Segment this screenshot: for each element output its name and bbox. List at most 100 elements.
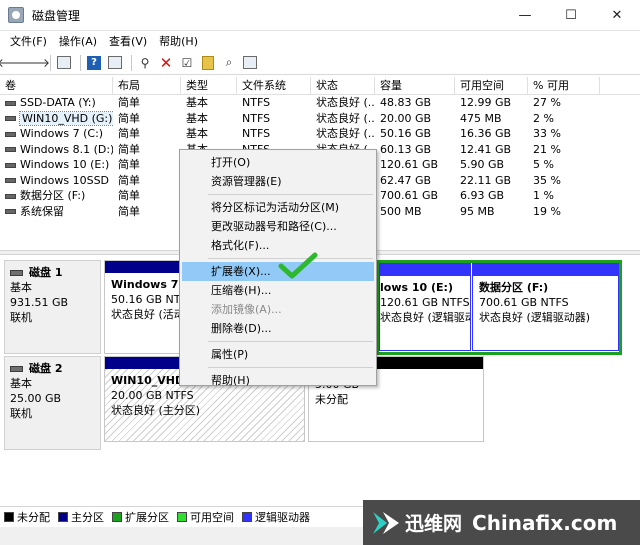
cell-filesystem: NTFS [242, 96, 271, 109]
cell-filesystem: NTFS [242, 127, 271, 140]
partition-windows-10[interactable]: lows 10 (E:) 120.61 GB NTFS 状态良好 (逻辑驱动器) [379, 263, 471, 351]
disk-type: 基本 [10, 281, 32, 294]
maximize-button[interactable]: ☐ [548, 0, 594, 31]
disk-status: 联机 [10, 407, 32, 420]
partition-data-f[interactable]: 数据分区 (F:) 700.61 GB NTFS 状态良好 (逻辑驱动器) [472, 263, 619, 351]
cell-capacity: 20.00 GB [380, 111, 432, 125]
cell-layout: 简单 [118, 173, 140, 187]
table-row[interactable]: SSD-DATA (Y:) 简单 基本 NTFS 状态良好 (... 48.83… [0, 95, 640, 111]
menu-action[interactable]: 操作(A) [53, 33, 103, 49]
volume-icon [5, 193, 16, 199]
column-percent-free[interactable]: % 可用 [528, 77, 600, 95]
close-button[interactable]: ✕ [594, 0, 640, 31]
cell-volume: WIN10_VHD (G:) [18, 110, 113, 126]
forward-arrow-icon[interactable]: 🡒 [18, 54, 50, 72]
cell-capacity: 48.83 GB [380, 96, 432, 109]
disk-name: 磁盘 1 [29, 266, 63, 279]
cell-free-space: 95 MB [460, 204, 495, 218]
cell-type: 基本 [186, 96, 208, 109]
volume-icon [5, 178, 16, 183]
column-layout[interactable]: 布局 [113, 77, 181, 95]
cell-type: 基本 [186, 111, 208, 125]
menu-item-shrink-volume[interactable]: 压缩卷(H)... [182, 281, 374, 300]
cell-percent-free: 19 % [533, 204, 561, 218]
menu-item-delete-volume[interactable]: 删除卷(D)... [182, 319, 374, 338]
cell-volume: SSD-DATA (Y:) [20, 96, 96, 109]
window-icon[interactable] [241, 54, 259, 72]
column-type[interactable]: 类型 [181, 77, 237, 95]
volume-icon [5, 162, 16, 168]
title-bar: 磁盘管理 — ☐ ✕ [0, 0, 640, 31]
menu-item-properties[interactable]: 属性(P) [182, 345, 374, 364]
up-folder-icon[interactable] [199, 54, 217, 72]
cell-capacity: 120.61 GB [380, 158, 439, 171]
cell-volume: Windows 10SSD ... [20, 173, 113, 187]
partition-name: Windows 7（ [111, 278, 184, 291]
menu-item-mark-active[interactable]: 将分区标记为活动分区(M) [182, 198, 374, 217]
partition-status: 状态良好 (逻辑驱动器) [479, 311, 591, 324]
menu-separator [208, 367, 373, 368]
checklist-icon[interactable]: ☑ [178, 54, 196, 72]
cell-type: 基本 [186, 127, 208, 140]
partition-windows-7[interactable]: Windows 7（ 50.16 GB NTFS 状态良好 (活动 [104, 260, 184, 354]
toolbar-separator [131, 54, 132, 71]
properties-icon[interactable] [106, 54, 124, 72]
checkmark-icon [278, 252, 318, 279]
menu-file[interactable]: 文件(F) [4, 33, 53, 49]
cell-percent-free: 5 % [533, 158, 554, 171]
disk-size: 931.51 GB [10, 296, 69, 309]
minimize-button[interactable]: — [502, 0, 548, 31]
disk-icon [10, 270, 23, 276]
cell-layout: 简单 [118, 142, 140, 156]
column-free-space[interactable]: 可用空间 [455, 77, 528, 95]
window-controls: — ☐ ✕ [502, 0, 640, 31]
legend-item: 逻辑驱动器 [242, 509, 310, 525]
column-filesystem[interactable]: 文件系统 [237, 77, 311, 95]
disk-management-icon [8, 7, 24, 23]
menu-item-explorer[interactable]: 资源管理器(E) [182, 172, 374, 191]
cell-percent-free: 27 % [533, 96, 561, 109]
cell-volume: Windows 8.1 (D:) [20, 142, 113, 156]
partition-status: 状态良好 (逻辑驱动器) [380, 311, 470, 324]
table-row[interactable]: Windows 7 (C:) 简单 基本 NTFS 状态良好 (... 50.1… [0, 126, 640, 142]
delete-icon[interactable]: ✕ [157, 54, 175, 72]
partition-size: 50.16 GB NTFS [111, 293, 183, 306]
cell-capacity: 500 MB [380, 204, 422, 218]
column-volume[interactable]: 卷 [0, 77, 113, 95]
cell-free-space: 5.90 GB [460, 158, 505, 171]
table-row-selected[interactable]: WIN10_VHD (G:) 简单 基本 NTFS 状态良好 (... 20.0… [0, 110, 640, 127]
legend-item: 扩展分区 [112, 509, 169, 525]
column-capacity[interactable]: 容量 [375, 77, 455, 95]
cell-volume: 系统保留 [20, 204, 64, 218]
search-icon[interactable]: ⌕ [220, 54, 238, 72]
menu-item-add-mirror: 添加镜像(A)... [211, 303, 282, 316]
watermark-en: Chinafix.com [472, 510, 618, 535]
cell-layout: 简单 [118, 111, 140, 125]
column-status[interactable]: 状态 [311, 77, 375, 95]
partition-color-bar [105, 261, 183, 273]
disk-1-label[interactable]: 磁盘 1 基本 931.51 GB 联机 [4, 260, 101, 354]
legend-item: 主分区 [58, 509, 104, 525]
disk-size: 25.00 GB [10, 392, 62, 405]
menu-item-change-letter[interactable]: 更改驱动器号和路径(C)... [182, 217, 374, 236]
console-tree-icon[interactable] [55, 54, 73, 72]
connect-icon[interactable]: ⚲ [136, 54, 154, 72]
partition-status: 未分配 [315, 393, 348, 406]
menu-item-help[interactable]: 帮助(H) [182, 371, 374, 390]
cell-layout: 简单 [118, 96, 140, 109]
menu-help[interactable]: 帮助(H) [153, 33, 204, 49]
volume-icon [5, 116, 16, 121]
menu-view[interactable]: 查看(V) [103, 33, 153, 49]
menu-item-open[interactable]: 打开(O) [182, 153, 374, 172]
disk-name: 磁盘 2 [29, 362, 63, 375]
help-icon[interactable]: ? [85, 54, 103, 72]
legend-item: 可用空间 [177, 509, 234, 525]
cell-capacity: 50.16 GB [380, 127, 432, 140]
toolbar-separator [50, 54, 51, 71]
disk-2-label[interactable]: 磁盘 2 基本 25.00 GB 联机 [4, 356, 101, 450]
cell-free-space: 16.36 GB [460, 127, 512, 140]
legend-item: 未分配 [4, 509, 50, 525]
cell-layout: 简单 [118, 204, 140, 218]
cell-volume: 数据分区 (F:) [20, 189, 86, 202]
partition-size: 120.61 GB NTFS [380, 296, 470, 309]
